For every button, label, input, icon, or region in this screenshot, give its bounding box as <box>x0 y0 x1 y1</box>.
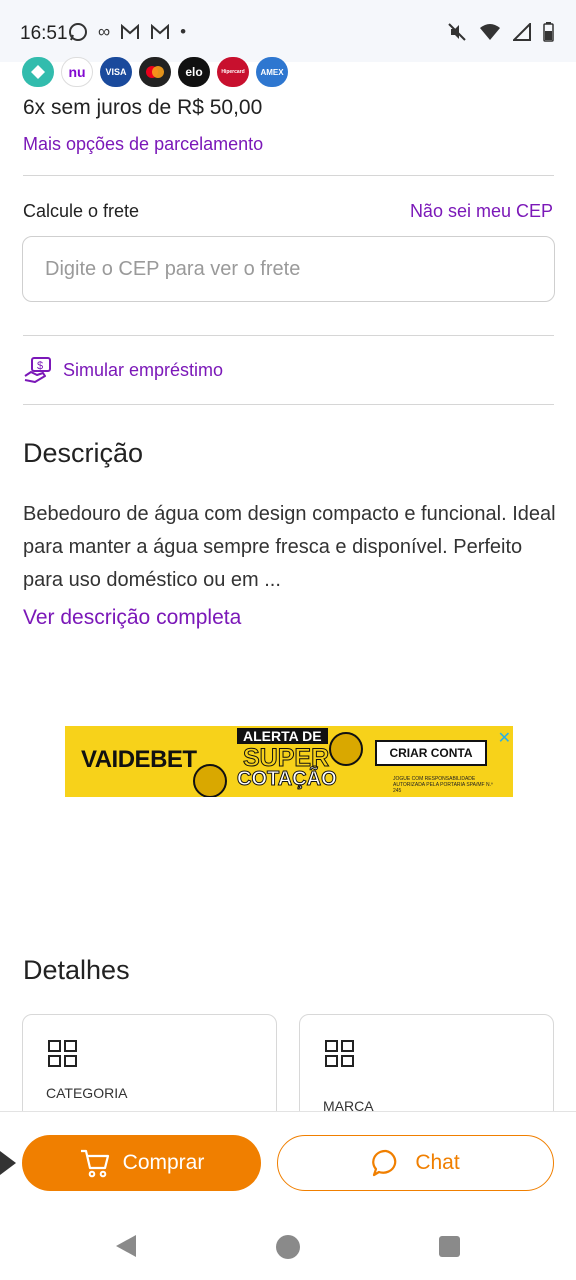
nubank-icon: nu <box>61 57 93 87</box>
details-title: Detalhes <box>23 955 130 985</box>
divider <box>23 404 554 405</box>
buy-label: Comprar <box>122 1151 205 1174</box>
simulate-loan-link[interactable]: $ Simular empréstimo <box>23 356 223 384</box>
dot-icon: • <box>180 22 187 41</box>
signal-icon <box>513 23 531 41</box>
side-panel-arrow-icon[interactable] <box>0 1151 16 1175</box>
elo-icon: elo <box>178 57 210 87</box>
divider <box>23 335 554 336</box>
pix-icon <box>22 57 54 87</box>
cart-icon <box>80 1149 109 1178</box>
battery-icon <box>543 22 554 42</box>
grid-icon <box>48 1040 77 1067</box>
chat-button[interactable]: Chat <box>277 1135 554 1191</box>
system-icons <box>447 22 554 42</box>
detail-card-label: CATEGORIA <box>46 1085 128 1101</box>
ad-close-icon[interactable]: ✕ <box>498 728 511 748</box>
simulate-loan-label: Simular empréstimo <box>63 359 224 380</box>
more-installments-link[interactable]: Mais opções de parcelamento <box>23 134 263 155</box>
ad-headline-top: ALERTA DE <box>237 728 328 744</box>
status-time: 16:51 <box>20 23 68 44</box>
bottom-action-bar: Comprar Chat <box>0 1111 576 1211</box>
amex-icon: AMEX <box>256 57 288 87</box>
description-title: Descrição <box>23 438 144 468</box>
ad-brand: VAIDEBET <box>81 746 197 773</box>
ad-small-print: JOGUE COM RESPONSABILIDADE AUTORIZADA PE… <box>393 776 493 794</box>
freight-label: Calcule o frete <box>23 201 140 221</box>
svg-text:$: $ <box>37 360 43 372</box>
installments-text: 6x sem juros de R$ 50,00 <box>23 96 263 119</box>
ad-headline-bottom: COTAÇÃO <box>237 768 338 791</box>
hipercard-icon: Hipercard <box>217 57 249 87</box>
ball-icon <box>329 732 363 766</box>
cep-input[interactable] <box>22 236 555 302</box>
grid-icon <box>325 1040 354 1067</box>
visa-icon: VISA <box>100 57 132 87</box>
buy-button[interactable]: Comprar <box>22 1135 261 1191</box>
payment-methods: nu VISA elo Hipercard AMEX <box>22 57 288 87</box>
back-icon[interactable] <box>116 1235 136 1257</box>
description-text: Bebedouro de água com design compacto e … <box>23 503 556 591</box>
home-icon[interactable] <box>276 1235 300 1259</box>
recent-apps-icon[interactable] <box>439 1236 460 1257</box>
status-bar: 16:51 ∞ • <box>0 0 576 62</box>
notification-icons: ∞ • <box>68 22 186 42</box>
wifi-icon <box>480 24 500 40</box>
gmail-icon <box>151 24 170 39</box>
whatsapp-icon <box>69 23 87 41</box>
mute-icon <box>448 23 466 41</box>
ad-banner[interactable]: VAIDEBET ALERTA DE SUPER COTAÇÃO CRIAR C… <box>65 726 513 797</box>
divider <box>23 175 554 176</box>
ad-cta-button[interactable]: CRIAR CONTA <box>375 740 487 766</box>
gmail-icon <box>121 24 140 39</box>
ball-icon <box>193 764 227 797</box>
see-full-description-link[interactable]: Ver descrição completa <box>23 606 241 630</box>
system-nav-bar <box>0 1211 576 1280</box>
mastercard-icon <box>139 57 171 87</box>
chat-bubble-icon <box>372 1149 397 1177</box>
infinity-icon: ∞ <box>98 22 111 41</box>
unknown-cep-link[interactable]: Não sei meu CEP <box>410 201 553 222</box>
loan-money-icon: $ <box>24 357 51 383</box>
chat-label: Chat <box>415 1151 460 1174</box>
